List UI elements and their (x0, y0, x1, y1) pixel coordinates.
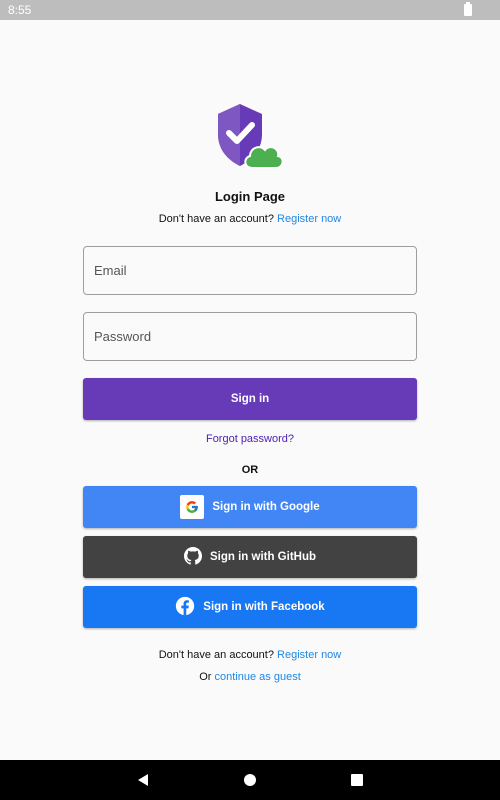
page-title: Login Page (214, 189, 286, 204)
email-field[interactable] (83, 246, 417, 295)
guest-prefix: Or (199, 671, 212, 683)
sign-in-google-button[interactable]: Sign in with Google (83, 486, 417, 528)
facebook-icon (175, 596, 195, 619)
continue-as-guest-link[interactable]: continue as guest (215, 671, 301, 683)
github-label: Sign in with GitHub (209, 551, 317, 563)
sign-in-github-button[interactable]: Sign in with GitHub (83, 536, 417, 578)
bottom-register-prompt-text: Don't have an account? (158, 649, 274, 661)
app-logo (214, 102, 286, 174)
back-icon[interactable] (133, 770, 153, 790)
battery-icon (464, 2, 472, 16)
register-prompt-bottom: Don't have an account? Register now (0, 649, 500, 661)
github-icon (183, 546, 202, 568)
sign-in-label: Sign in (230, 393, 270, 405)
recents-icon[interactable] (347, 770, 367, 790)
register-now-link[interactable]: Register now (277, 213, 341, 225)
navigation-bar (0, 760, 500, 800)
google-icon (180, 495, 205, 519)
or-divider: OR (241, 464, 259, 476)
status-bar: 8:55 (0, 0, 500, 20)
home-icon[interactable] (240, 770, 260, 790)
password-field[interactable] (83, 312, 417, 361)
shield-check-cloud-icon (218, 104, 284, 169)
status-time: 8:55 (8, 3, 32, 17)
forgot-password-link[interactable]: Forgot password? (0, 433, 500, 445)
sign-in-button[interactable]: Sign in (83, 378, 417, 420)
facebook-label: Sign in with Facebook (203, 601, 325, 613)
bottom-register-now-link[interactable]: Register now (277, 649, 341, 661)
guest-line: Or continue as guest (0, 671, 500, 683)
sign-in-facebook-button[interactable]: Sign in with Facebook (83, 586, 417, 628)
google-label: Sign in with Google (212, 501, 320, 513)
register-prompt-top: Don't have an account? Register now (0, 213, 500, 225)
register-prompt-text: Don't have an account? (158, 213, 274, 225)
